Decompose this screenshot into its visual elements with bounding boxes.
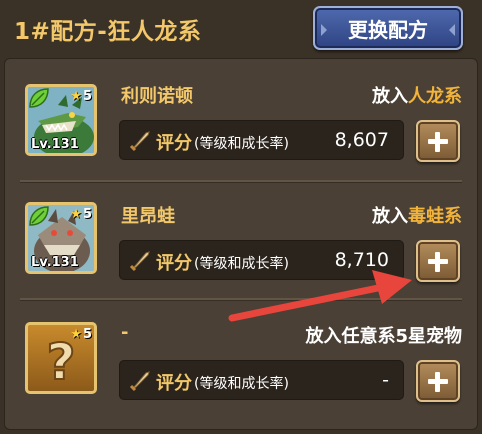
annotation-arrow-icon <box>228 270 412 322</box>
formula-screen: 1#配方-狂人龙系 更换配方 ★5 Lv.131 利则诺顿 放入人龙系 评分 (… <box>0 0 482 434</box>
